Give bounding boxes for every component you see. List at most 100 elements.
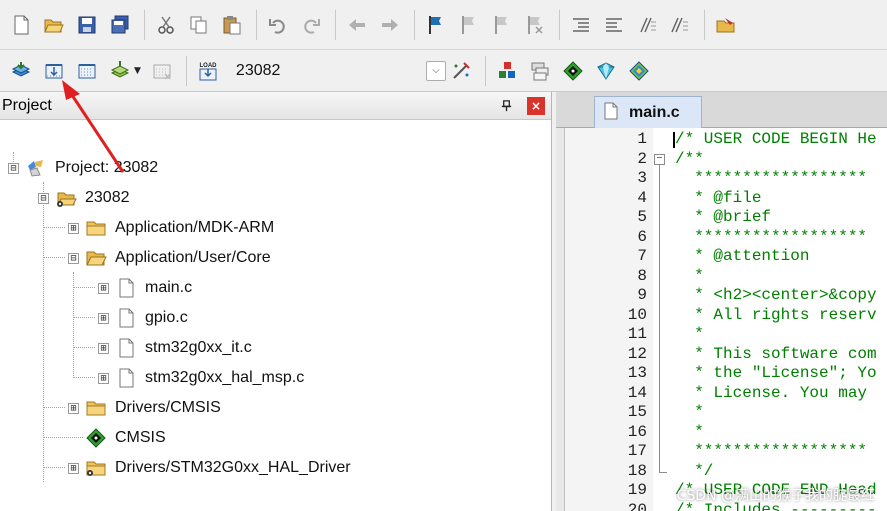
tree-item-group[interactable]: ⊞ Drivers/STM32G0xx_HAL_Driver [68, 453, 351, 483]
code-line[interactable]: 12 * This software com [565, 345, 887, 365]
tree-item-label: Drivers/CMSIS [115, 399, 221, 416]
tree-item-group[interactable]: ⊞ Application/MDK-ARM [68, 213, 274, 243]
paste-icon[interactable] [217, 10, 247, 40]
tree-item-project[interactable]: ⊟ Project: 23082 [8, 153, 158, 183]
batch-build-dropdown-caret[interactable]: ▼ [134, 66, 141, 76]
navigate-back-icon[interactable] [342, 10, 372, 40]
target-select-value: 23082 [235, 61, 281, 79]
select-pack-icon[interactable] [558, 56, 588, 86]
insert-bookmark-icon[interactable] [421, 10, 451, 40]
code-line[interactable]: 16 * [565, 423, 887, 443]
expand-icon[interactable]: ⊞ [68, 462, 79, 474]
pack-installer-icon[interactable] [591, 56, 621, 86]
expand-icon[interactable]: ⊞ [98, 372, 109, 384]
next-bookmark-icon[interactable] [487, 10, 517, 40]
code-line[interactable]: 10 * All rights reserv [565, 306, 887, 326]
expand-icon[interactable]: ⊞ [98, 312, 109, 324]
tree-item-file[interactable]: ⊞ stm32g0xx_hal_msp.c [98, 363, 304, 393]
collapse-icon[interactable]: ⊟ [68, 252, 79, 264]
line-number: 19 [627, 481, 647, 499]
download-icon[interactable]: LOAD [193, 56, 223, 86]
previous-bookmark-icon[interactable] [454, 10, 484, 40]
indent-icon[interactable] [566, 10, 596, 40]
unindent-icon[interactable] [599, 10, 629, 40]
target-select[interactable]: 23082 ⌵ [230, 58, 446, 84]
tree-item-label: Drivers/STM32G0xx_HAL_Driver [115, 459, 351, 476]
pin-icon[interactable] [497, 97, 515, 115]
expand-icon[interactable]: ⊞ [98, 342, 109, 354]
code-text: * [675, 422, 704, 441]
tree-item-group[interactable]: ⊞ Drivers/CMSIS [68, 393, 221, 423]
code-line[interactable]: 6 ****************** [565, 228, 887, 248]
hal-folder-icon [85, 458, 107, 478]
rebuild-icon[interactable] [72, 56, 102, 86]
chevron-down-icon[interactable]: ⌵ [425, 60, 446, 81]
code-line[interactable]: 18 */ [565, 462, 887, 482]
tab-label: main.c [629, 104, 680, 121]
batch-build-icon[interactable] [105, 56, 135, 86]
navigate-forward-icon[interactable] [375, 10, 405, 40]
project-panel-header: Project × [0, 92, 551, 120]
code-line[interactable]: 2−/** [565, 150, 887, 170]
code-line[interactable]: 8 * [565, 267, 887, 287]
code-line[interactable]: 15 * [565, 403, 887, 423]
line-number: 6 [637, 227, 647, 246]
code-line[interactable]: 11 * [565, 325, 887, 345]
uncomment-icon[interactable] [665, 10, 695, 40]
manage-components-icon[interactable] [492, 56, 522, 86]
save-icon[interactable] [72, 10, 102, 40]
translate-icon[interactable] [6, 56, 36, 86]
tree-item-file[interactable]: ⊞ main.c [98, 273, 192, 303]
code-line[interactable]: 1 /* USER CODE BEGIN He [565, 130, 887, 150]
clear-bookmarks-icon[interactable] [520, 10, 550, 40]
code-line[interactable]: 5 * @brief [565, 208, 887, 228]
expand-icon[interactable]: ⊞ [98, 282, 109, 294]
tree-item-file[interactable]: ⊞ gpio.c [98, 303, 188, 333]
expand-icon[interactable]: ⊞ [68, 222, 79, 234]
code-line[interactable]: 3 ****************** [565, 169, 887, 189]
cut-icon[interactable] [151, 10, 181, 40]
code-text: * @brief [675, 208, 868, 226]
copy-icon[interactable] [184, 10, 214, 40]
tree-item-component[interactable]: CMSIS [85, 423, 166, 453]
line-number: 13 [627, 364, 647, 382]
code-line[interactable]: 17 ****************** [565, 442, 887, 462]
undo-icon[interactable] [263, 10, 293, 40]
toolbar-separator [704, 9, 705, 40]
build-icon[interactable] [39, 56, 69, 86]
code-line[interactable]: 14 * License. You may [565, 384, 887, 404]
code-line[interactable]: 13 * the "License"; Yo [565, 364, 887, 384]
collapse-icon[interactable]: ⊟ [8, 162, 19, 174]
tree-item-group[interactable]: ⊟ Application/User/Core [68, 243, 271, 273]
code-line[interactable]: 4 * @file [565, 189, 887, 209]
tree-item-file[interactable]: ⊞ stm32g0xx_it.c [98, 333, 252, 363]
options-for-target-icon[interactable] [446, 56, 476, 86]
line-number: 16 [627, 422, 647, 441]
software-packs-icon[interactable] [624, 56, 654, 86]
manage-rte-icon[interactable] [525, 56, 555, 86]
tab-main-c[interactable]: main.c [594, 96, 702, 129]
collapse-icon[interactable]: ⊟ [38, 192, 49, 204]
code-line[interactable]: 9 * <h2><center>&copy [565, 286, 887, 306]
line-number: 20 [627, 500, 647, 511]
line-number: 5 [637, 208, 647, 226]
code-text: * @file [675, 188, 868, 207]
code-text: /* USER CODE BEGIN He [675, 130, 877, 148]
open-file-icon[interactable] [39, 10, 69, 40]
stop-build-icon[interactable] [147, 56, 177, 86]
fold-collapse-icon[interactable]: − [654, 153, 665, 165]
tree-item-target[interactable]: ⊟ 23082 [38, 183, 130, 213]
toolbar-separator [144, 9, 145, 40]
code-text: * [675, 403, 704, 421]
new-file-icon[interactable] [6, 10, 36, 40]
comment-icon[interactable] [632, 10, 662, 40]
folder-open-icon [85, 248, 107, 268]
toolbar-separator [484, 55, 486, 86]
expand-icon[interactable]: ⊞ [68, 402, 79, 414]
save-all-icon[interactable] [105, 10, 135, 40]
find-in-files-icon[interactable] [711, 10, 741, 40]
redo-icon[interactable] [296, 10, 326, 40]
close-icon[interactable]: × [527, 96, 545, 115]
code-editor[interactable]: 1/* USER CODE BEGIN He 2−/** 3 ***********… [564, 128, 887, 511]
code-line[interactable]: 7 * @attention [565, 247, 887, 267]
